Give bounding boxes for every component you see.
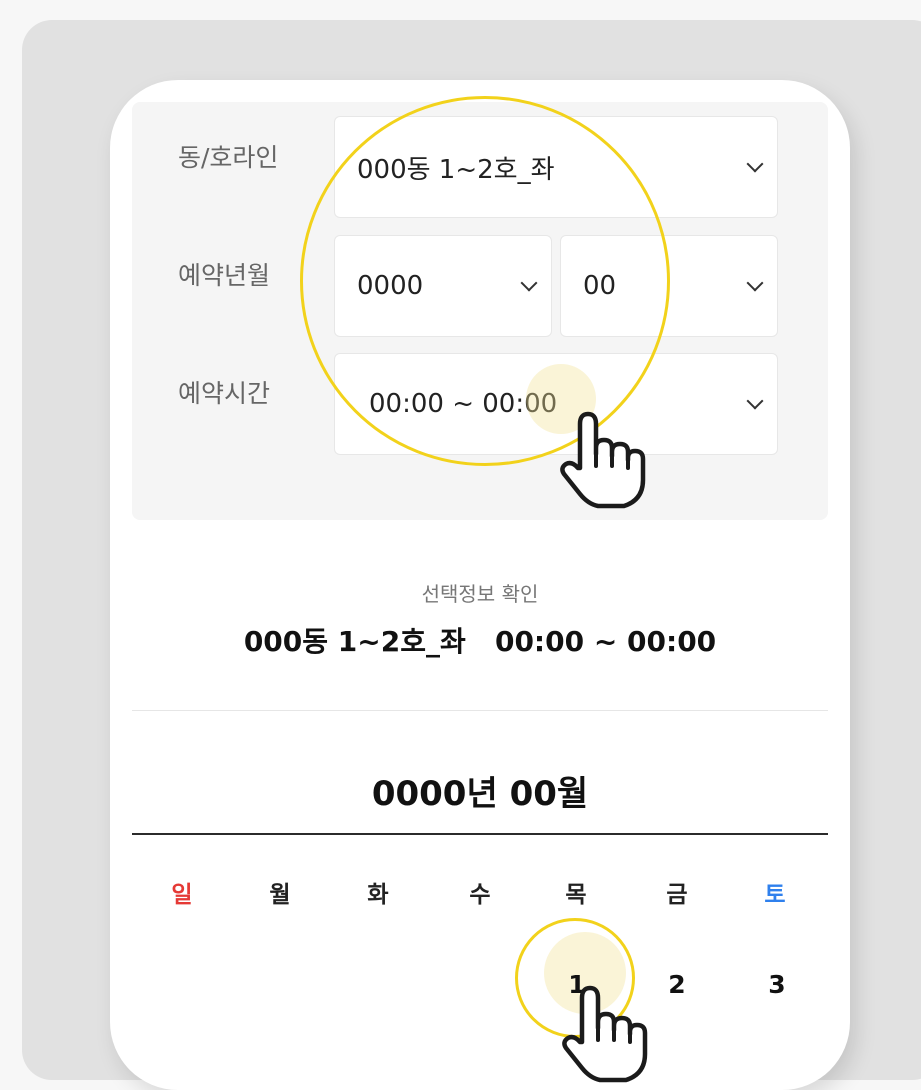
- chevron-down-icon: [746, 392, 764, 410]
- divider: [132, 710, 828, 711]
- reserve-year-value: 0000: [357, 271, 424, 301]
- chevron-down-icon: [520, 274, 538, 292]
- confirm-label: 선택정보 확인: [421, 582, 539, 606]
- reserve-year-select[interactable]: 0000: [334, 235, 552, 337]
- calendar-day[interactable]: 2: [647, 970, 707, 999]
- calendar-day[interactable]: 3: [747, 970, 807, 999]
- weekday-tue: 화: [367, 882, 389, 908]
- reserve-month-label: 예약년월: [178, 261, 271, 290]
- mobile-screen: 동/호라인 000동 1~2호_좌 예약년월 0000 00 예약시간 00:0…: [110, 80, 850, 1090]
- reserve-month-value: 00: [583, 271, 617, 301]
- reserve-time-select[interactable]: 00:00 ~ 00:00: [334, 353, 778, 455]
- weekday-thu: 목: [565, 882, 587, 908]
- calendar-day[interactable]: 1: [547, 970, 607, 999]
- calendar-header-rule: [132, 833, 828, 835]
- chevron-down-icon: [746, 274, 764, 292]
- chevron-down-icon: [746, 155, 764, 173]
- unit-line-value: 000동 1~2호_좌: [357, 154, 555, 185]
- reserve-month-select[interactable]: 00: [560, 235, 778, 337]
- weekday-sun: 일: [171, 882, 193, 908]
- weekday-fri: 금: [666, 882, 688, 908]
- reserve-time-label: 예약시간: [178, 379, 271, 408]
- weekday-wed: 수: [469, 882, 491, 908]
- reserve-time-value: 00:00 ~ 00:00: [369, 389, 558, 419]
- weekday-sat: 토: [764, 882, 786, 908]
- unit-line-select[interactable]: 000동 1~2호_좌: [334, 116, 778, 218]
- calendar-month-title: 0000년 00월: [371, 774, 589, 814]
- confirm-value: 000동 1~2호_좌 00:00 ~ 00:00: [243, 625, 717, 658]
- unit-line-label: 동/호라인: [178, 143, 279, 172]
- reservation-form-panel: 동/호라인 000동 1~2호_좌 예약년월 0000 00 예약시간 00:0…: [132, 102, 828, 520]
- weekday-mon: 월: [269, 882, 291, 908]
